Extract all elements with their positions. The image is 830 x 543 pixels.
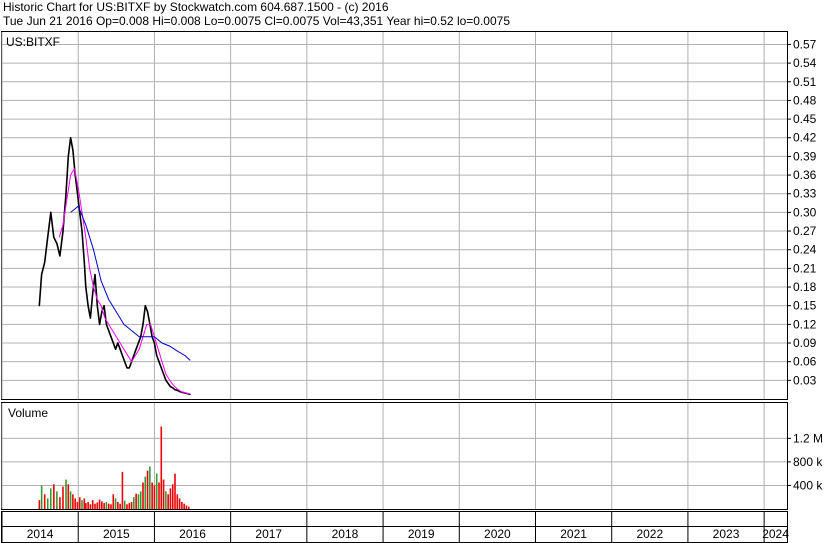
price-point	[47, 236, 49, 238]
price-point	[135, 348, 137, 350]
x-tick-label: 2016	[179, 527, 206, 541]
y-tick-label: 0.57	[793, 37, 817, 51]
price-point	[156, 354, 158, 357]
price-point	[69, 137, 72, 139]
volume-bars	[38, 426, 190, 509]
y-tick-label: 0.30	[793, 205, 817, 219]
y-tick-label: 0.54	[793, 56, 817, 70]
price-point	[59, 255, 61, 257]
price-point	[158, 361, 160, 363]
y-tick-label: 0.36	[793, 168, 817, 182]
price-point	[108, 329, 110, 332]
price-point	[41, 273, 43, 276]
x-tick-label: 2017	[255, 527, 282, 541]
price-point	[165, 379, 167, 381]
x-tick-label: 2014	[27, 527, 54, 541]
price-point	[89, 317, 92, 319]
price-point	[169, 385, 172, 388]
price-point	[121, 354, 124, 357]
x-tick-label: 2024	[762, 527, 789, 541]
price-point	[146, 311, 149, 313]
y-tick-label: 0.21	[793, 261, 817, 275]
price-point	[137, 342, 140, 344]
y-tick-label: 0.51	[793, 75, 817, 89]
x-tick-label: 2020	[484, 527, 511, 541]
price-point	[126, 367, 128, 369]
price-point	[133, 354, 135, 357]
y-tick-label: 0.18	[793, 280, 817, 294]
price-point	[144, 305, 146, 307]
price-point	[72, 149, 74, 151]
y-tick-label: 0.15	[793, 299, 817, 313]
price-point	[98, 323, 101, 325]
price-point	[112, 342, 114, 344]
y-tick-label: 0.33	[793, 187, 817, 201]
price-point	[83, 261, 85, 263]
chart-canvas: 0.03 0.06 0.09 0.12 0.15 0.18 0.21 0.24 0.27 0.30…	[1, 31, 823, 543]
price-point	[50, 211, 52, 213]
price-point	[167, 382, 169, 385]
grid-lines	[1, 32, 787, 509]
series-line-ma_long	[70, 205, 191, 361]
price-point	[96, 305, 98, 307]
price-point	[176, 389, 178, 391]
x-tick-label: 2022	[636, 527, 663, 541]
volume-tick-label: 1.2 M	[793, 431, 823, 445]
x-tick-label: 2021	[560, 527, 587, 541]
x-tick-label: 2019	[408, 527, 435, 541]
price-point	[174, 389, 176, 391]
volume-panel	[1, 402, 788, 510]
symbol-label: US:BITXF	[6, 35, 60, 49]
price-point	[81, 230, 83, 232]
price-point	[56, 242, 58, 245]
price-point	[92, 292, 94, 294]
price-point	[87, 305, 89, 307]
y-tick-label: 0.48	[793, 93, 817, 107]
price-point	[67, 155, 69, 158]
price-point	[153, 342, 156, 344]
price-point	[110, 336, 112, 338]
price-panel	[1, 31, 788, 400]
price-point	[128, 367, 130, 369]
price-point	[124, 361, 126, 363]
volume-y-axis: 400 k 800 k 1.2 M	[787, 431, 823, 492]
price-point	[160, 367, 162, 369]
volume-label: Volume	[8, 406, 48, 420]
y-tick-label: 0.45	[793, 112, 817, 126]
series-line-price	[38, 136, 191, 396]
price-point	[101, 311, 103, 313]
price-point	[38, 305, 40, 307]
price-point	[142, 323, 144, 325]
x-tick-label: 2018	[332, 527, 359, 541]
price-y-axis: 0.03 0.06 0.09 0.12 0.15 0.18 0.21 0.24 0.27 0.30…	[787, 37, 817, 387]
price-point	[44, 261, 46, 263]
volume-tick-label: 400 k	[793, 478, 823, 492]
volume-tick-label: 800 k	[793, 455, 823, 469]
price-point	[76, 193, 79, 195]
price-point	[105, 323, 108, 325]
price-point	[162, 373, 165, 375]
price-point	[119, 348, 121, 350]
price-point	[114, 348, 117, 350]
y-tick-label: 0.42	[793, 131, 817, 145]
price-point	[94, 273, 96, 276]
price-point	[62, 230, 64, 232]
y-tick-label: 0.06	[793, 355, 817, 369]
y-tick-label: 0.39	[793, 149, 817, 163]
stockwatch-chart: Historic Chart for US:BITXF by Stockwatc…	[0, 0, 830, 543]
price-point	[103, 305, 105, 307]
y-tick-label: 0.24	[793, 243, 817, 257]
price-point	[117, 342, 119, 344]
price-point	[65, 193, 67, 195]
x-tick-label: 2015	[103, 527, 130, 541]
price-point	[53, 236, 55, 238]
x-tick-label: 2023	[713, 527, 740, 541]
price-point	[172, 387, 174, 389]
price-series	[38, 136, 191, 396]
y-tick-label: 0.03	[793, 373, 817, 387]
y-tick-label: 0.09	[793, 336, 817, 350]
y-tick-label: 0.12	[793, 317, 817, 331]
y-tick-label: 0.27	[793, 224, 817, 238]
price-point	[85, 286, 87, 288]
